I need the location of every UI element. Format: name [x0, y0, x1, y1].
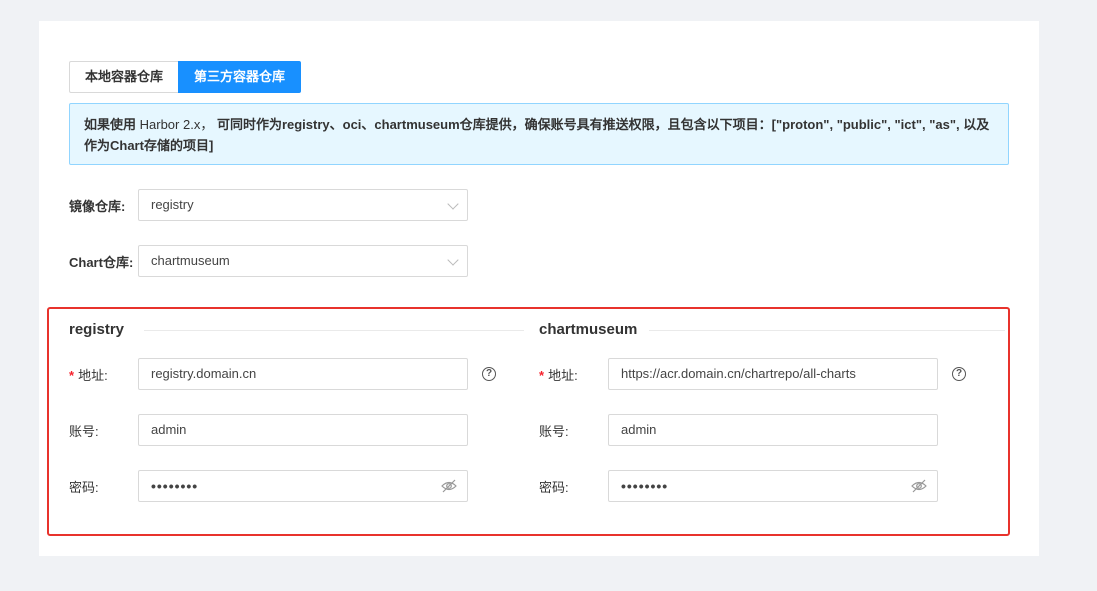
chartmuseum-section-title: chartmuseum: [539, 321, 638, 338]
registry-account-input[interactable]: admin: [138, 414, 468, 446]
required-mark: *: [69, 367, 75, 383]
chartmuseum-password-label: 密码:: [539, 479, 569, 495]
registry-address-label: * 地址:: [69, 365, 138, 384]
registry-section-title: registry: [69, 321, 125, 338]
divider: [144, 330, 524, 331]
chartmuseum-address-input[interactable]: https://acr.domain.cn/chartrepo/all-char…: [608, 358, 938, 390]
settings-card: 本地容器仓库 第三方容器仓库 如果使用 Harbor 2.x， 可同时作为reg…: [39, 21, 1039, 556]
info-notice: 如果使用 Harbor 2.x， 可同时作为registry、oci、chart…: [69, 103, 1009, 165]
chartmuseum-address-label-text: 地址:: [548, 367, 578, 383]
chartmuseum-account-label: 账号:: [539, 423, 569, 439]
eye-invisible-icon[interactable]: [911, 479, 927, 493]
registry-password-input[interactable]: ••••••••: [138, 470, 468, 502]
registry-address-value: registry.domain.cn: [151, 366, 257, 381]
image-repo-label: 镜像仓库:: [69, 198, 126, 214]
image-repo-row: 镜像仓库: registry: [69, 189, 468, 221]
required-mark: *: [539, 367, 545, 383]
registry-password-row: 密码: ••••••••: [69, 470, 468, 502]
registry-account-value: admin: [151, 422, 187, 437]
notice-text-start: 如果使用: [84, 117, 137, 132]
image-repo-select[interactable]: registry: [138, 189, 468, 221]
registry-address-label-text: 地址:: [78, 367, 108, 383]
help-icon[interactable]: ?: [952, 367, 966, 381]
chart-repo-row: Chart仓库: chartmuseum: [69, 245, 468, 277]
chart-repo-value: chartmuseum: [151, 253, 230, 268]
registry-account-label: 账号:: [69, 423, 99, 439]
eye-invisible-icon[interactable]: [441, 479, 457, 493]
registry-address-row: * 地址: registry.domain.cn ?: [69, 358, 496, 390]
notice-text-rest: 可同时作为registry、oci、chartmuseum仓库提供，确保账号具有…: [84, 117, 990, 153]
registry-account-row: 账号: admin: [69, 414, 468, 446]
repo-type-tabs: 本地容器仓库 第三方容器仓库: [69, 61, 302, 93]
chartmuseum-account-input[interactable]: admin: [608, 414, 938, 446]
chevron-down-icon: [447, 254, 459, 266]
chevron-down-icon: [447, 198, 459, 210]
image-repo-value: registry: [151, 197, 194, 212]
chartmuseum-password-row: 密码: ••••••••: [539, 470, 938, 502]
divider: [649, 330, 1005, 331]
chartmuseum-address-value: https://acr.domain.cn/chartrepo/all-char…: [621, 366, 856, 381]
registry-address-input[interactable]: registry.domain.cn: [138, 358, 468, 390]
chartmuseum-password-input[interactable]: ••••••••: [608, 470, 938, 502]
chartmuseum-account-value: admin: [621, 422, 657, 437]
chart-repo-select[interactable]: chartmuseum: [138, 245, 468, 277]
chartmuseum-account-row: 账号: admin: [539, 414, 938, 446]
chartmuseum-password-value: ••••••••: [621, 478, 669, 494]
help-icon[interactable]: ?: [482, 367, 496, 381]
registry-password-label: 密码:: [69, 479, 99, 495]
chartmuseum-address-row: * 地址: https://acr.domain.cn/chartrepo/all…: [539, 358, 966, 390]
chart-repo-label: Chart仓库:: [69, 254, 134, 270]
tab-third-party-registry[interactable]: 第三方容器仓库: [178, 61, 302, 93]
chartmuseum-address-label: * 地址:: [539, 365, 608, 384]
notice-text-harbor: Harbor 2.x，: [136, 117, 217, 132]
registry-password-value: ••••••••: [151, 478, 199, 494]
tab-local-registry[interactable]: 本地容器仓库: [69, 61, 179, 93]
